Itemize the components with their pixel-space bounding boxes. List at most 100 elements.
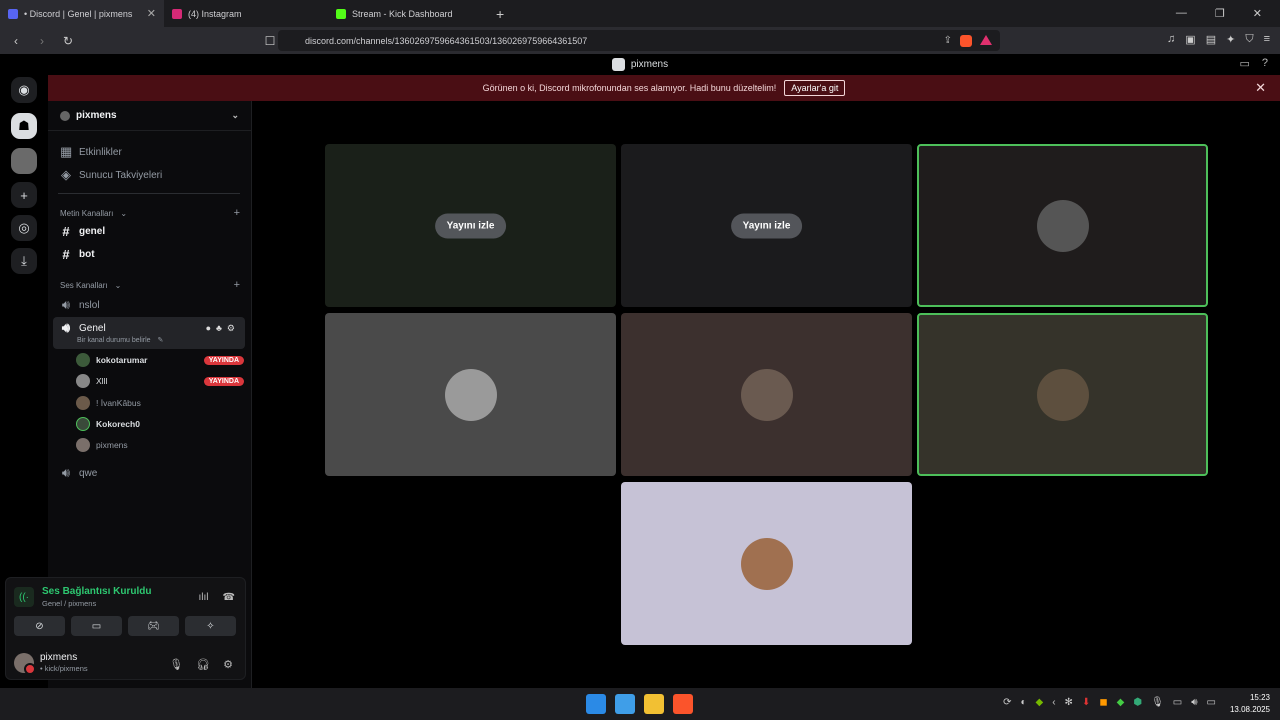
vpn-icon[interactable]: ⛉ [1245, 33, 1253, 46]
voice-channel-path[interactable]: Genel / pixmens [42, 599, 151, 608]
clock[interactable]: 15:23 13.08.2025 [1230, 692, 1270, 716]
battery-icon[interactable]: ▭ [1207, 697, 1216, 708]
windows-start-icon[interactable] [586, 694, 606, 714]
boosts-item[interactable]: ◈ Sunucu Takviyeleri [56, 167, 244, 183]
soundboard-button[interactable]: ✧ [185, 616, 236, 636]
camera-button[interactable]: ⊘ [14, 616, 65, 636]
voice-user[interactable]: ! İvanKâbus [76, 396, 244, 410]
network-icon[interactable]: ▭ [1173, 697, 1182, 708]
participant-tile[interactable] [621, 313, 912, 476]
participant-tile[interactable] [917, 313, 1208, 476]
file-explorer-icon[interactable] [644, 694, 664, 714]
voice-user[interactable]: pixmens [76, 438, 244, 452]
wallet-icon[interactable]: ▤ [1206, 33, 1216, 46]
voice-connection-actions: ılıl ☎ [199, 592, 235, 603]
back-icon[interactable]: ‹ [6, 34, 26, 48]
brave-rewards-icon[interactable] [980, 34, 992, 45]
share-icon[interactable]: ⇪ [944, 35, 952, 47]
voice-user-panel: ((· Ses Bağlantısı Kuruldu Genel / pixme… [5, 577, 246, 680]
maximize-icon[interactable]: ❐ [1215, 7, 1225, 20]
nvidia-icon[interactable]: ◆ [1036, 697, 1044, 708]
watch-stream-button[interactable]: Yayını izle [730, 213, 803, 238]
noise-suppression-icon[interactable]: ılıl [199, 592, 209, 603]
leo-ai-icon[interactable]: ✦ [1226, 33, 1235, 46]
participant-tile[interactable] [917, 144, 1208, 307]
voice-category[interactable]: Ses Kanalları ⌄ + [56, 279, 244, 291]
screen-share-button[interactable]: ▭ [71, 616, 122, 636]
headphones-icon[interactable]: 🎧︎ [196, 658, 210, 671]
voice-channel-qwe[interactable]: 🔊︎ qwe [56, 465, 244, 481]
inbox-icon[interactable]: ▭ [1239, 57, 1249, 70]
voice-user[interactable]: Xlll YAYINDA [76, 374, 244, 388]
discord-home-icon[interactable]: ◉ [11, 77, 37, 103]
add-channel-icon[interactable]: + [234, 207, 240, 219]
tab-instagram[interactable]: (4) Instagram [164, 0, 328, 27]
server-pixmens-icon[interactable]: ☗ [11, 113, 37, 139]
volume-icon[interactable]: 🔊︎ [1191, 697, 1197, 708]
voice-channel-nslol[interactable]: 🔊︎ nslol [56, 297, 244, 313]
activity-button[interactable]: 🎮︎ [128, 616, 179, 636]
steam-icon[interactable]: ◐ [1020, 697, 1026, 708]
menu-icon[interactable]: ≡ [1264, 33, 1270, 46]
hash-icon: # [62, 247, 70, 262]
tray-app-icon[interactable]: ⬇ [1082, 697, 1090, 708]
shield-icon[interactable]: ◆ [1117, 697, 1125, 708]
discord-favicon-icon [8, 8, 18, 19]
brave-shields-icon[interactable] [960, 34, 972, 47]
url-field[interactable]: discord.com/channels/1360269759664361503… [278, 30, 1000, 51]
events-item[interactable]: ▦ Etkinlikler [56, 144, 244, 160]
avatar [76, 374, 90, 388]
stream-tile[interactable]: Yayını izle [325, 144, 616, 307]
channel-status[interactable]: Bir kanal durumu belirle ✎ [56, 336, 244, 345]
tray-app-icon[interactable]: ⬢ [1133, 697, 1142, 708]
media-icon[interactable]: ♫ [1167, 33, 1175, 46]
weather-widget-icon[interactable] [615, 694, 635, 714]
sidebar-toggle-icon[interactable]: ▣ [1185, 33, 1195, 46]
disconnect-icon[interactable]: ☎ [223, 592, 235, 603]
boosts-label: Sunucu Takviyeleri [79, 169, 163, 181]
close-window-icon[interactable]: ✕ [1253, 7, 1262, 20]
tray-app-icon[interactable]: ◼ [1099, 697, 1107, 708]
watch-stream-button[interactable]: Yayını izle [434, 213, 507, 238]
channel-status-label: Bir kanal durumu belirle [77, 336, 151, 344]
participant-tile[interactable] [325, 313, 616, 476]
help-icon[interactable]: ? [1262, 57, 1268, 70]
settings-gear-icon[interactable]: ⚙ [223, 658, 233, 671]
download-icon[interactable]: ⤓ [11, 248, 37, 274]
reload-icon[interactable]: ↻ [58, 34, 78, 48]
add-server-icon[interactable]: + [11, 182, 37, 208]
minimize-icon[interactable]: — [1176, 7, 1187, 20]
bluetooth-icon[interactable]: ✻ [1065, 697, 1073, 708]
microphone-icon[interactable]: 🎙︎ [169, 658, 183, 671]
voice-user[interactable]: Kokorech0 [76, 417, 244, 431]
chevron-left-icon[interactable]: ‹ [1052, 697, 1055, 708]
forward-icon[interactable]: › [32, 34, 52, 48]
guild-header[interactable]: pixmens ⌄ [48, 101, 251, 131]
voice-channel-actions[interactable]: ●♣⚙ [206, 323, 240, 334]
brave-browser-icon[interactable] [673, 694, 693, 714]
discover-icon[interactable]: ◎ [11, 215, 37, 241]
new-tab-button[interactable]: + [496, 6, 504, 22]
server-group-icon[interactable] [11, 148, 37, 174]
speaker-icon: 🔊︎ [61, 297, 71, 312]
channel-genel[interactable]: # genel [56, 224, 244, 239]
stream-tile[interactable]: Yayını izle [621, 144, 912, 307]
sync-icon[interactable]: ⟳ [1003, 697, 1011, 708]
voice-channel-genel[interactable]: 🔊︎ Genel ●♣⚙ [56, 320, 244, 336]
text-category[interactable]: Metin Kanalları ⌄ + [56, 207, 244, 219]
add-channel-icon[interactable]: + [234, 279, 240, 291]
voice-user-name: ! İvanKâbus [96, 398, 141, 408]
microphone-icon[interactable]: 🎙︎ [1151, 697, 1164, 708]
voice-status: Ses Bağlantısı Kuruldu [42, 586, 152, 597]
close-tab-icon[interactable]: ✕ [147, 7, 156, 20]
voice-user[interactable]: kokotarumar YAYINDA [76, 353, 244, 367]
bookmark-icon[interactable]: ☐ [260, 34, 280, 48]
participant-tile[interactable] [621, 482, 912, 645]
tab-kick[interactable]: Stream - Kick Dashboard [328, 0, 492, 27]
close-banner-icon[interactable]: ✕ [1255, 80, 1266, 96]
channel-bot[interactable]: # bot [56, 247, 244, 262]
kick-favicon-icon [336, 8, 346, 19]
user-info[interactable]: pixmens • kick/pixmens [14, 652, 88, 675]
tab-discord[interactable]: • Discord | Genel | pixmens ✕ [0, 0, 164, 27]
go-to-settings-button[interactable]: Ayarlar'a git [784, 80, 846, 96]
